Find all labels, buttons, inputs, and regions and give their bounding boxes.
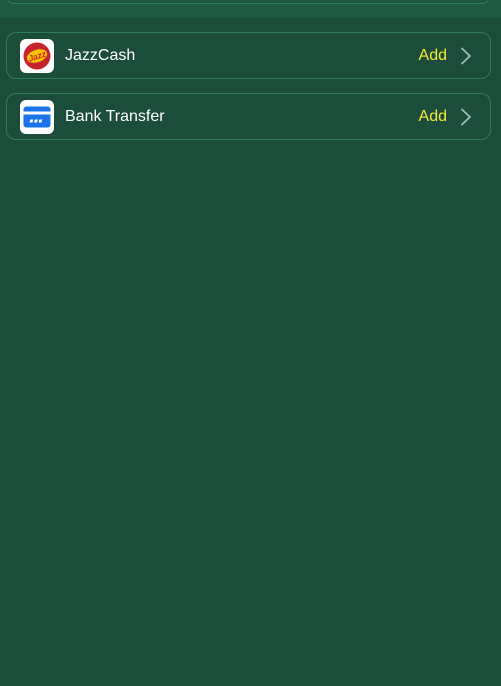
method-name: JazzCash: [65, 46, 136, 64]
chevron-right-icon: [459, 108, 473, 126]
add-button[interactable]: Add: [419, 47, 447, 65]
jazzcash-logo-icon: Jazz: [20, 38, 54, 73]
payment-method-bank-transfer[interactable]: Bank Transfer Add: [6, 93, 491, 140]
add-button[interactable]: Add: [419, 108, 447, 126]
previous-card-edge: [6, 0, 490, 4]
bank-card-icon: [20, 99, 54, 134]
header-area: [0, 0, 501, 18]
payment-method-jazzcash[interactable]: Jazz JazzCash Add: [6, 32, 491, 79]
payment-method-list: Jazz JazzCash Add Bank Transfer Add: [6, 32, 491, 154]
method-name: Bank Transfer: [65, 107, 165, 125]
chevron-right-icon: [459, 47, 473, 65]
